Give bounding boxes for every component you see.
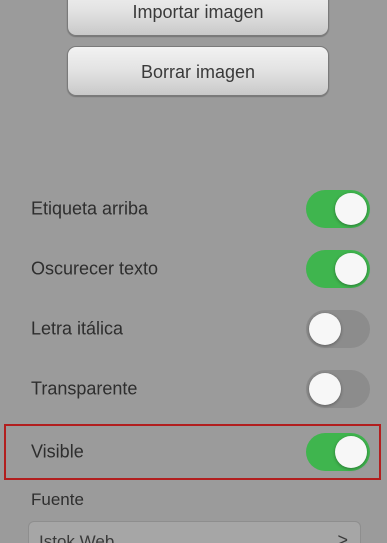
setting-row-darken-text: Oscurecer texto <box>0 240 387 298</box>
label-top-toggle[interactable] <box>306 190 370 228</box>
setting-label: Visible <box>31 441 84 462</box>
font-section-label: Fuente <box>31 490 84 509</box>
setting-row-italic: Letra itálica <box>0 300 387 358</box>
darken-text-toggle[interactable] <box>306 250 370 288</box>
chevron-right-icon: > <box>337 530 348 543</box>
visible-toggle[interactable] <box>306 433 370 471</box>
delete-image-button[interactable]: Borrar imagen <box>67 46 329 96</box>
setting-row-visible: Visible <box>0 423 387 481</box>
toggle-knob <box>335 193 367 225</box>
toggle-knob <box>309 373 341 405</box>
setting-label: Transparente <box>31 378 138 399</box>
toggle-knob <box>335 253 367 285</box>
transparent-toggle[interactable] <box>306 370 370 408</box>
toggle-knob <box>335 436 367 468</box>
import-image-button[interactable]: Importar imagen <box>67 0 329 36</box>
setting-row-label-top: Etiqueta arriba <box>0 180 387 238</box>
font-select-value: Istok Web <box>39 532 115 543</box>
settings-panel: Importar imagen Borrar imagen Etiqueta a… <box>0 0 387 543</box>
setting-label: Letra itálica <box>31 318 124 339</box>
setting-label: Etiqueta arriba <box>31 198 149 219</box>
italic-toggle[interactable] <box>306 310 370 348</box>
toggle-knob <box>309 313 341 345</box>
setting-label: Oscurecer texto <box>31 258 159 279</box>
font-select[interactable]: Istok Web > <box>28 521 361 543</box>
setting-row-transparent: Transparente <box>0 360 387 418</box>
